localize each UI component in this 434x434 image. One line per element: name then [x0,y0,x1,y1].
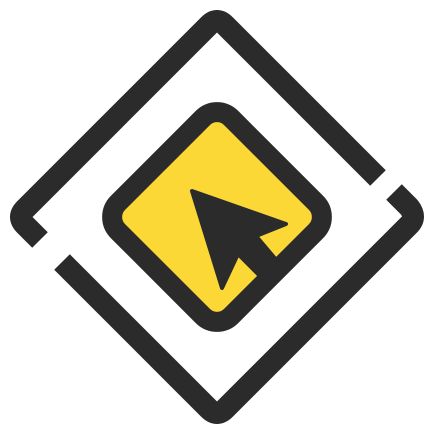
icon-canvas [0,0,434,434]
cursor-diamond-icon [10,10,424,424]
